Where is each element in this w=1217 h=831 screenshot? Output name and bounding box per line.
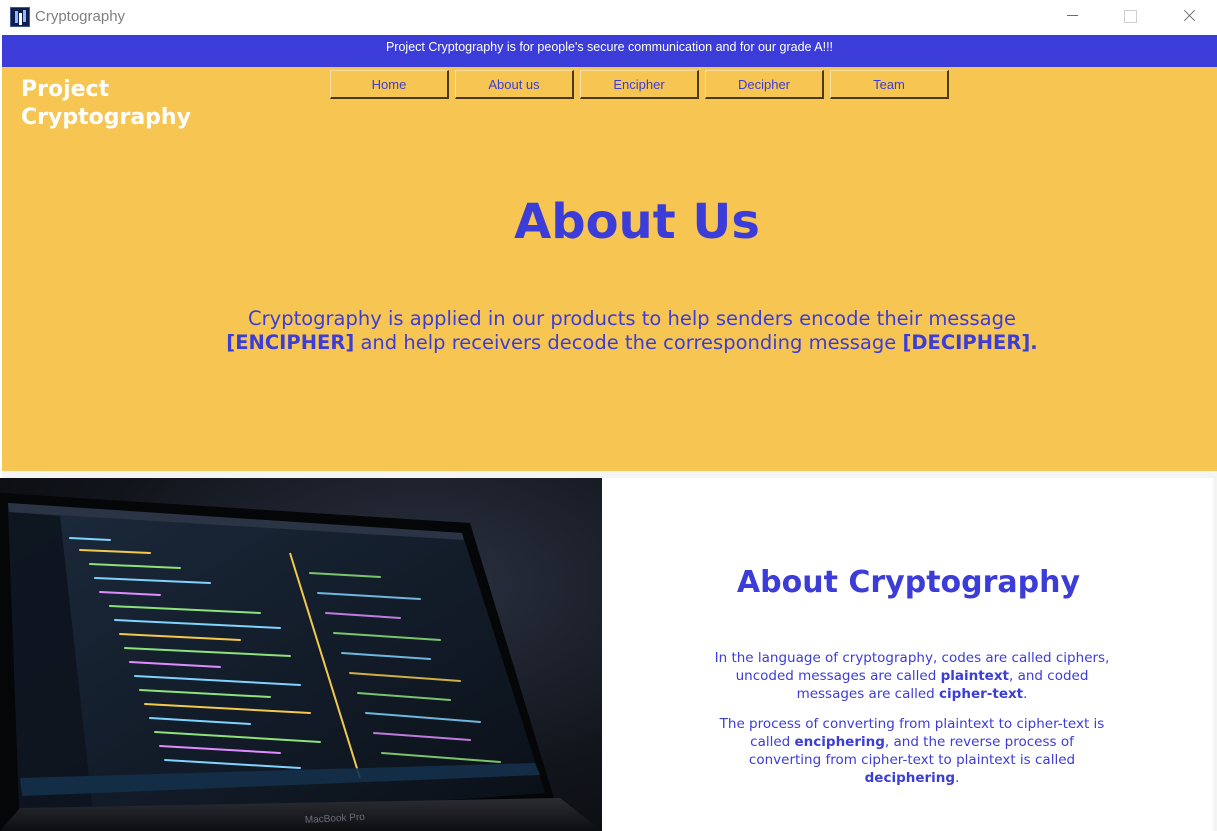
laptop-code-photo: MacBook Pro bbox=[0, 478, 602, 831]
section-title: About Cryptography bbox=[736, 565, 1081, 600]
right-edge-border bbox=[1213, 478, 1217, 831]
minimize-button[interactable] bbox=[1043, 0, 1101, 33]
nav-home-button[interactable]: Home bbox=[330, 70, 449, 99]
hero-section: Project Cryptography Home About us Encip… bbox=[2, 67, 1217, 471]
hero-decipher-keyword: [DECIPHER]. bbox=[902, 331, 1038, 354]
announcement-banner: Project Cryptography is for people's sec… bbox=[2, 35, 1217, 67]
p2-text-3: . bbox=[955, 770, 960, 786]
window-titlebar: Cryptography bbox=[0, 0, 1217, 35]
enciphering-keyword: enciphering bbox=[794, 734, 885, 750]
nav-encipher-button[interactable]: Encipher bbox=[580, 70, 699, 99]
page-title: About Us bbox=[514, 194, 760, 250]
p1-text-3: . bbox=[1023, 686, 1028, 702]
nav-about-button[interactable]: About us bbox=[455, 70, 574, 99]
ciphertext-keyword: cipher-text bbox=[939, 686, 1024, 702]
logo-line-1: Project bbox=[21, 77, 110, 102]
logo-line-2: Cryptography bbox=[21, 105, 191, 130]
plaintext-keyword: plaintext bbox=[940, 668, 1010, 684]
nav-team-button[interactable]: Team bbox=[830, 70, 949, 99]
cipher-process-paragraph: The process of converting from plaintext… bbox=[712, 715, 1112, 787]
maximize-button[interactable] bbox=[1101, 0, 1159, 33]
close-button[interactable] bbox=[1159, 0, 1217, 33]
window-title: Cryptography bbox=[35, 8, 126, 25]
nav-decipher-button[interactable]: Decipher bbox=[705, 70, 824, 99]
hero-encipher-keyword: [ENCIPHER] bbox=[226, 331, 355, 354]
deciphering-keyword: deciphering bbox=[864, 770, 956, 786]
section-divider bbox=[2, 471, 1217, 478]
site-logo: Project Cryptography bbox=[21, 76, 191, 132]
hero-text-2: and help receivers decode the correspond… bbox=[354, 331, 903, 354]
about-cryptography-section: About Cryptography In the language of cr… bbox=[602, 478, 1215, 831]
cryptography-definition-paragraph: In the language of cryptography, codes a… bbox=[712, 649, 1112, 703]
app-icon bbox=[10, 7, 30, 27]
hero-description: Cryptography is applied in our products … bbox=[202, 307, 1062, 355]
hero-text-1: Cryptography is applied in our products … bbox=[248, 307, 1016, 330]
